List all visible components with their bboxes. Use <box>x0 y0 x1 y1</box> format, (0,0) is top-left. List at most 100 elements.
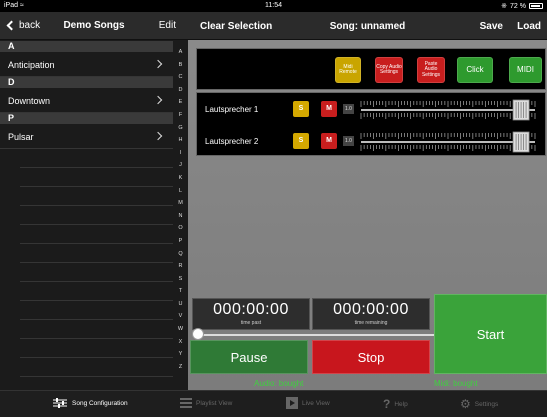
chevron-right-icon <box>153 95 163 105</box>
index-letter[interactable]: M <box>173 197 188 210</box>
index-letter[interactable]: V <box>173 310 188 323</box>
song-list-panel: back Demo Songs Edit A Anticipation D Do… <box>0 12 188 390</box>
volume-fader[interactable] <box>359 99 537 121</box>
position-slider-track[interactable] <box>196 334 434 336</box>
mute-button[interactable]: M <box>321 101 337 117</box>
list-item-label: Downtown <box>8 96 51 106</box>
play-icon <box>286 397 298 409</box>
tab-label: Song Configuration <box>72 399 128 407</box>
click-button[interactable]: Click <box>457 57 493 83</box>
empty-row <box>20 339 173 358</box>
tab-help[interactable]: ? Help <box>383 397 408 411</box>
tab-song-configuration[interactable]: Song Configuration <box>52 397 128 409</box>
tab-bar: Song Configuration Playlist View Live Vi… <box>0 390 547 417</box>
list-icon <box>180 398 192 408</box>
index-letter[interactable]: H <box>173 134 188 147</box>
tab-live-view[interactable]: Live View <box>286 397 330 409</box>
tab-label: Live View <box>302 399 330 407</box>
start-button[interactable]: Start <box>434 294 547 374</box>
time-remaining-display: 000:00:00 time remaining <box>312 298 430 330</box>
song-list-navbar: back Demo Songs Edit <box>0 12 188 40</box>
copy-audio-settings-button[interactable]: Copy Audio Settings <box>375 57 403 83</box>
index-letter[interactable]: S <box>173 273 188 286</box>
battery-status: ※ 72 % <box>501 2 543 10</box>
index-letter[interactable]: X <box>173 336 188 349</box>
section-index[interactable]: ABCDEFGHIJKLMNOPQRSTUVWXYZ <box>173 46 188 373</box>
index-letter[interactable]: Z <box>173 361 188 374</box>
index-letter[interactable]: D <box>173 84 188 97</box>
index-letter[interactable]: Y <box>173 348 188 361</box>
index-letter[interactable]: C <box>173 71 188 84</box>
tab-label: Help <box>394 400 408 408</box>
status-bar: iPad ≈ 11:54 ※ 72 % <box>0 0 547 12</box>
time-remaining-value: 000:00:00 <box>333 301 409 318</box>
chevron-right-icon <box>153 59 163 69</box>
chevron-right-icon <box>153 131 163 141</box>
index-letter[interactable]: L <box>173 185 188 198</box>
midi-remote-button[interactable]: Midi Remote <box>335 57 361 83</box>
index-letter[interactable]: A <box>173 46 188 59</box>
index-letter[interactable]: B <box>173 59 188 72</box>
index-letter[interactable]: R <box>173 260 188 273</box>
empty-row <box>20 263 173 282</box>
empty-row <box>20 149 173 168</box>
load-button[interactable]: Load <box>517 21 541 32</box>
list-item-label: Pulsar <box>8 132 34 142</box>
channel-name: Lautsprecher 2 <box>205 137 259 146</box>
tab-label: Settings <box>474 400 499 408</box>
clock: 11:54 <box>265 2 282 9</box>
empty-row <box>20 320 173 339</box>
gear-icon: ⚙ <box>460 397 471 411</box>
save-button[interactable]: Save <box>480 21 503 32</box>
index-letter[interactable]: K <box>173 172 188 185</box>
time-past-label: time past <box>240 320 262 326</box>
index-letter[interactable]: N <box>173 210 188 223</box>
function-button-panel: Midi Remote Copy Audio Settings Paste Au… <box>196 48 546 90</box>
index-letter[interactable]: U <box>173 298 188 311</box>
empty-row <box>20 168 173 187</box>
position-slider-knob[interactable] <box>192 328 204 340</box>
edit-button[interactable]: Edit <box>159 20 176 31</box>
question-icon: ? <box>383 397 391 411</box>
index-letter[interactable]: F <box>173 109 188 122</box>
index-letter[interactable]: Q <box>173 248 188 261</box>
list-item-anticipation[interactable]: Anticipation <box>0 52 173 77</box>
index-letter[interactable]: G <box>173 122 188 135</box>
bluetooth-icon: ※ <box>501 3 508 10</box>
tab-playlist-view[interactable]: Playlist View <box>180 397 232 409</box>
battery-text: 72 % <box>510 2 526 10</box>
empty-row <box>20 301 173 320</box>
channel-strip: Lautsprecher 1 S M 1.0 <box>197 95 547 125</box>
index-letter[interactable]: O <box>173 222 188 235</box>
list-item-label: Anticipation <box>8 60 55 70</box>
index-letter[interactable]: W <box>173 323 188 336</box>
audio-license-status: Audio: bought <box>254 379 304 388</box>
index-letter[interactable]: I <box>173 147 188 160</box>
time-past-display: 000:00:00 time past <box>192 298 310 330</box>
index-letter[interactable]: E <box>173 96 188 109</box>
tab-settings[interactable]: ⚙ Settings <box>460 397 498 411</box>
stop-button[interactable]: Stop <box>312 340 430 374</box>
solo-button[interactable]: S <box>293 133 309 149</box>
volume-fader[interactable] <box>359 131 537 153</box>
song-config-area: Midi Remote Copy Audio Settings Paste Au… <box>188 40 547 390</box>
mixer-panel: Lautsprecher 1 S M 1.0 Lautsprecher 2 S … <box>196 92 546 156</box>
list-item-downtown[interactable]: Downtown <box>0 88 173 113</box>
battery-icon <box>529 3 543 9</box>
list-item-pulsar[interactable]: Pulsar <box>0 124 173 149</box>
empty-row <box>20 206 173 225</box>
index-letter[interactable]: T <box>173 285 188 298</box>
channel-name: Lautsprecher 1 <box>205 105 259 114</box>
pause-button[interactable]: Pause <box>190 340 308 374</box>
index-letter[interactable]: P <box>173 235 188 248</box>
midi-license-status: Midi: bought <box>434 379 478 388</box>
midi-button[interactable]: MIDI <box>509 57 542 83</box>
solo-button[interactable]: S <box>293 101 309 117</box>
mute-button[interactable]: M <box>321 133 337 149</box>
paste-audio-settings-button[interactable]: Paste Audio Settings <box>417 57 445 83</box>
time-remaining-label: time remaining <box>354 320 388 326</box>
tab-label: Playlist View <box>196 399 233 407</box>
channel-strip: Lautsprecher 2 S M 1.0 <box>197 127 547 157</box>
time-past-value: 000:00:00 <box>213 301 289 318</box>
index-letter[interactable]: J <box>173 159 188 172</box>
